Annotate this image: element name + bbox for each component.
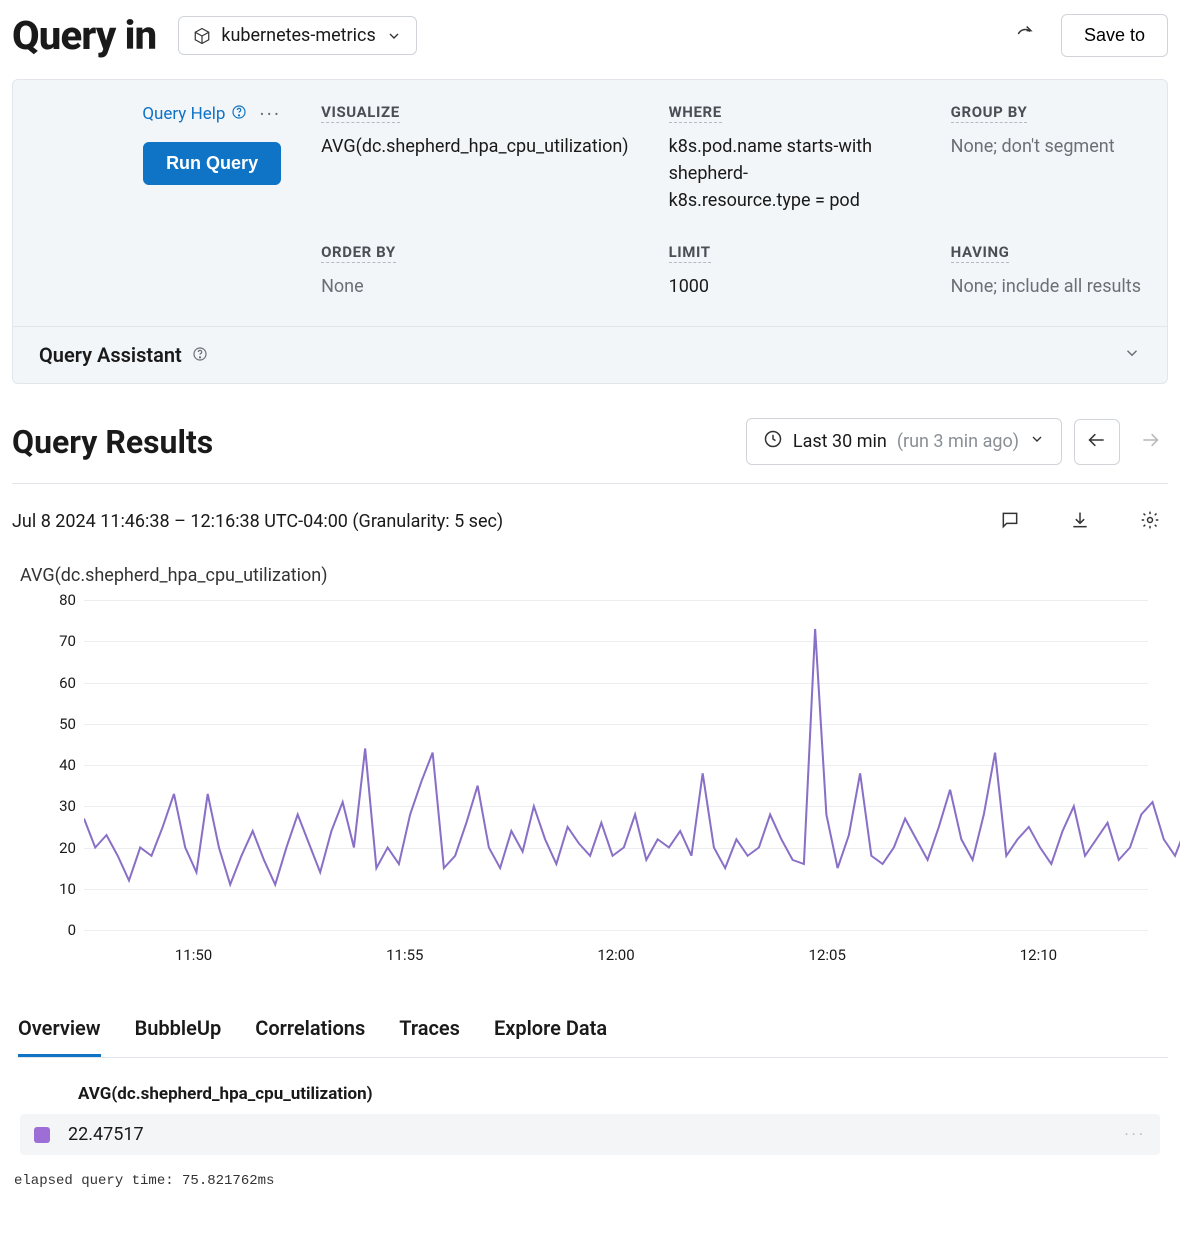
where-label: WHERE — [669, 103, 722, 123]
having-section[interactable]: HAVING None; include all results — [951, 242, 1141, 300]
x-tick-label: 12:00 — [597, 946, 634, 964]
chevron-down-icon — [1029, 431, 1045, 452]
limit-label: LIMIT — [669, 243, 711, 263]
dataset-name: kubernetes-metrics — [221, 25, 375, 46]
groupby-label: GROUP BY — [951, 103, 1028, 123]
help-icon — [192, 343, 208, 367]
y-tick-label: 10 — [42, 880, 76, 898]
download-button[interactable] — [1062, 502, 1098, 541]
chevron-down-icon — [386, 28, 402, 44]
row-overflow-menu[interactable]: ··· — [1124, 1125, 1146, 1144]
comment-button[interactable] — [992, 502, 1028, 541]
having-label: HAVING — [951, 243, 1010, 263]
page-title: Query in — [12, 12, 156, 59]
x-tick-label: 11:55 — [386, 946, 423, 964]
results-title: Query Results — [12, 423, 213, 461]
clock-icon — [763, 429, 783, 454]
y-tick-label: 50 — [42, 715, 76, 733]
table-row[interactable]: 22.47517 ··· — [20, 1114, 1160, 1155]
save-to-button[interactable]: Save to — [1061, 14, 1168, 57]
y-tick-label: 20 — [42, 839, 76, 857]
orderby-label: ORDER BY — [321, 243, 396, 263]
query-builder-panel: VISUALIZE AVG(dc.shepherd_hpa_cpu_utiliz… — [12, 79, 1168, 327]
tab-correlations[interactable]: Correlations — [255, 1016, 365, 1057]
x-tick-label: 12:05 — [809, 946, 846, 964]
y-tick-label: 80 — [42, 591, 76, 609]
query-assistant-toggle[interactable]: Query Assistant — [12, 327, 1168, 384]
settings-button[interactable] — [1132, 502, 1168, 541]
tab-bubbleup[interactable]: BubbleUp — [135, 1016, 222, 1057]
y-tick-label: 0 — [42, 921, 76, 939]
where-value: k8s.pod.name starts-with shepherd- k8s.r… — [669, 133, 911, 214]
tab-explore-data[interactable]: Explore Data — [494, 1016, 607, 1057]
gear-icon — [1140, 510, 1160, 533]
share-icon — [1015, 24, 1035, 47]
arrow-right-icon — [1140, 430, 1160, 453]
limit-section[interactable]: LIMIT 1000 — [669, 242, 911, 300]
chart-area[interactable]: 11:5011:5512:0012:0512:10 01020304050607… — [12, 600, 1148, 960]
nav-next-button[interactable] — [1132, 422, 1168, 461]
results-timestamp: Jul 8 2024 11:46:38 – 12:16:38 UTC-04:00… — [12, 511, 503, 532]
time-range-picker[interactable]: Last 30 min (run 3 min ago) — [746, 418, 1062, 465]
chart-series-line — [84, 629, 1180, 885]
y-tick-label: 30 — [42, 797, 76, 815]
tab-overview[interactable]: Overview — [18, 1016, 101, 1057]
tab-traces[interactable]: Traces — [399, 1016, 460, 1057]
orderby-value: None — [321, 273, 629, 300]
groupby-value: None; don't segment — [951, 133, 1141, 160]
help-icon — [231, 104, 247, 125]
results-tabs: Overview BubbleUp Correlations Traces Explor… — [18, 1016, 1168, 1058]
where-section[interactable]: WHERE k8s.pod.name starts-with shepherd-… — [669, 102, 911, 214]
orderby-section[interactable]: ORDER BY None — [321, 242, 629, 300]
y-tick-label: 70 — [42, 632, 76, 650]
arrow-left-icon — [1087, 430, 1107, 453]
y-tick-label: 40 — [42, 756, 76, 774]
series-swatch — [34, 1127, 50, 1143]
limit-value: 1000 — [669, 273, 911, 300]
visualize-section[interactable]: VISUALIZE AVG(dc.shepherd_hpa_cpu_utiliz… — [321, 102, 629, 214]
chart-title: AVG(dc.shepherd_hpa_cpu_utilization) — [20, 565, 1168, 586]
x-tick-label: 11:50 — [175, 946, 212, 964]
query-help-link[interactable]: Query Help — [142, 104, 247, 125]
x-tick-label: 12:10 — [1020, 946, 1057, 964]
chevron-down-icon — [1123, 344, 1141, 366]
y-tick-label: 60 — [42, 674, 76, 692]
download-icon — [1070, 510, 1090, 533]
run-query-button[interactable]: Run Query — [143, 142, 281, 185]
overview-value: 22.47517 — [68, 1124, 144, 1145]
comment-icon — [1000, 510, 1020, 533]
elapsed-time: elapsed query time: 75.821762ms — [14, 1173, 1168, 1189]
share-button[interactable] — [1007, 16, 1043, 55]
nav-prev-button[interactable] — [1074, 419, 1120, 465]
query-overflow-menu[interactable]: ··· — [259, 102, 281, 126]
overview-column-header: AVG(dc.shepherd_hpa_cpu_utilization) — [20, 1074, 1160, 1114]
having-value: None; include all results — [951, 273, 1141, 300]
visualize-value: AVG(dc.shepherd_hpa_cpu_utilization) — [321, 133, 629, 160]
cube-icon — [193, 27, 211, 45]
visualize-label: VISUALIZE — [321, 103, 400, 123]
dataset-picker[interactable]: kubernetes-metrics — [178, 16, 416, 55]
groupby-section[interactable]: GROUP BY None; don't segment — [951, 102, 1141, 214]
